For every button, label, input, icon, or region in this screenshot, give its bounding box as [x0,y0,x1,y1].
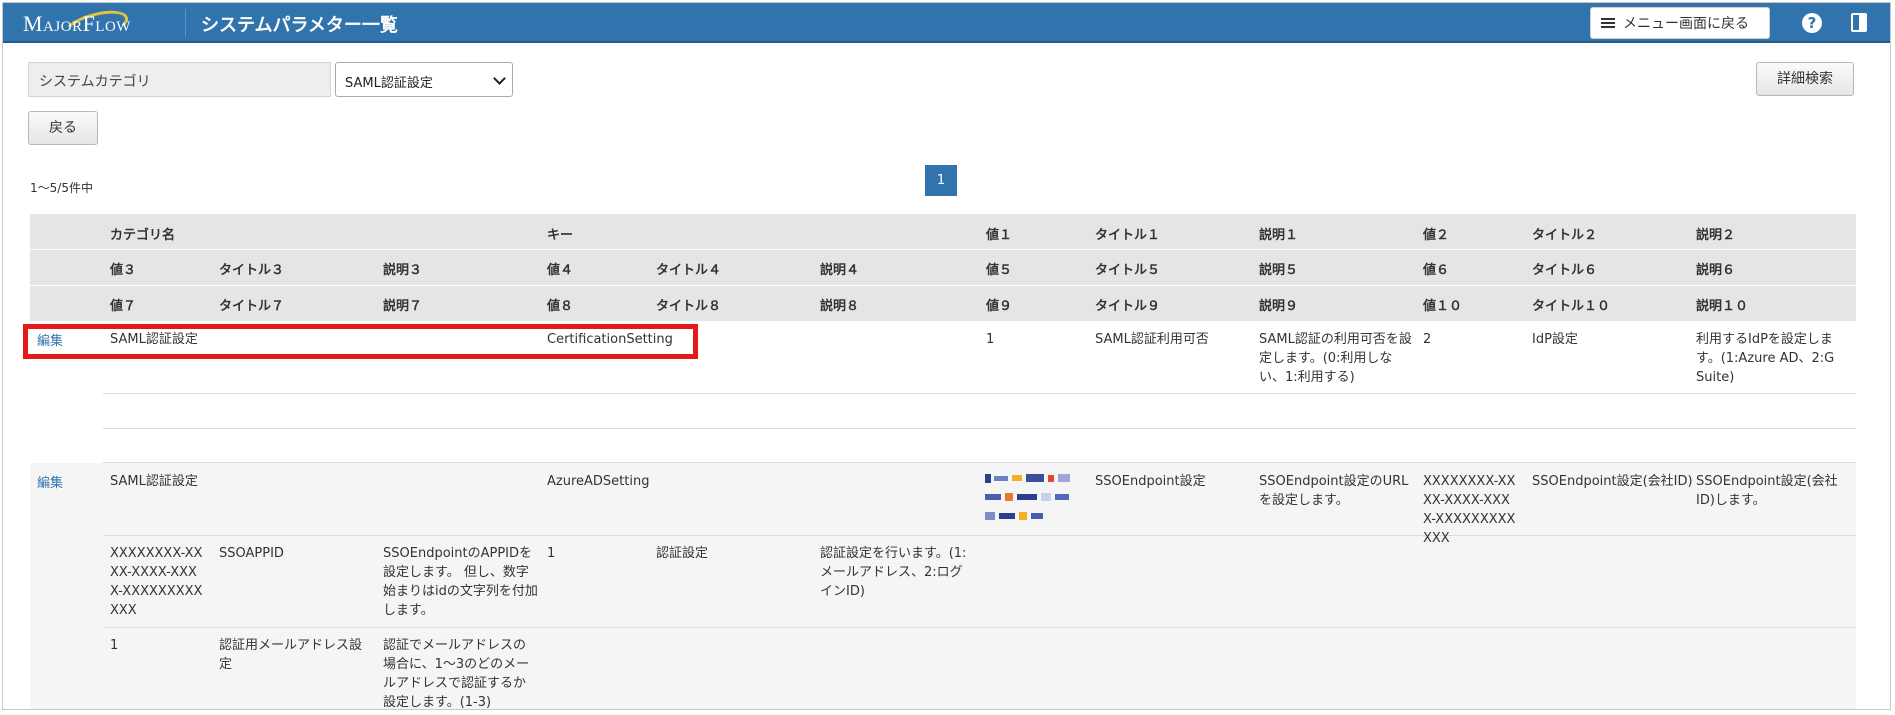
header-divider [185,9,186,37]
col-header: タイトル１０ [1532,299,1611,314]
record-1-desc1: SAML認証の利用可否を設定します。(0:利用しない、1:利用する) [1259,332,1412,385]
col-header: タイトル９ [1095,299,1161,314]
record-2-desc7: 認証でメールアドレスの場合に、1～3のどのメールアドレスで認証するか設定します。… [383,638,530,710]
col-header: 値２ [1423,228,1450,243]
hamburger-icon [1601,18,1615,28]
col-header: タイトル４ [656,263,722,278]
record-2-key: AzureADSetting [547,474,650,489]
col-header: 説明７ [383,299,423,314]
redacted-value [985,472,1075,526]
page-title: システムパラメター一覧 [201,15,398,36]
logo-text: MajorFlow [23,11,131,36]
col-header: タイトル１ [1095,228,1161,243]
help-icon[interactable]: ? [1802,13,1822,33]
record-1-value1: 1 [986,332,995,347]
app-header: MajorFlow システムパラメター一覧 メニュー画面に戻る ? [3,3,1890,48]
col-header: タイトル７ [219,299,285,314]
chevron-down-icon [493,72,506,85]
record-2-desc4: 認証設定を行います。(1:メールアドレス、2:ログインID) [820,546,967,599]
record-2-title3: SSOAPPID [219,546,284,561]
col-header: 説明３ [383,263,423,278]
record-2-desc2: SSOEndpoint設定(会社ID)します。 [1696,474,1838,508]
col-header: 説明４ [820,263,860,278]
col-header: 説明２ [1696,228,1736,243]
col-header: タイトル３ [219,263,285,278]
col-header: 値４ [547,263,574,278]
record-2-category: SAML認証設定 [110,474,198,489]
record-2-title4: 認証設定 [656,546,709,561]
record-2-title2: SSOEndpoint設定(会社ID) [1532,474,1693,489]
record-2-desc3: SSOEndpointのAPPIDを設定します。 但し、数字始まりはidの文字列… [383,546,538,618]
col-header: 説明６ [1696,263,1736,278]
record-2-value2: XXXXXXXX-XXXX-XXXX-XXXX-XXXXXXXXXXXX [1423,474,1516,546]
col-header: 値５ [986,263,1013,278]
col-header: 説明１０ [1696,299,1749,314]
edit-link[interactable]: 編集 [37,472,63,491]
detail-search-button[interactable]: 詳細検索 [1756,62,1854,96]
col-header: 値７ [110,299,137,314]
col-header: 説明１ [1259,228,1299,243]
col-header: 値９ [986,299,1013,314]
row-divider [103,428,1856,429]
row-divider [103,393,1856,394]
app-window: MajorFlow システムパラメター一覧 メニュー画面に戻る ? システムカテ… [2,2,1891,710]
col-header: 説明９ [1259,299,1299,314]
record-1-desc2: 利用するIdPを設定します。(1:Azure AD、2:G Suite) [1696,332,1835,385]
record-1-value2: 2 [1423,332,1432,347]
table-header-row-3: 値７ タイトル７ 説明７ 値８ タイトル８ 説明８ 値９ タイトル９ 説明９ 値… [30,286,1856,322]
system-category-value: SAML認証設定 [345,76,433,91]
record-2-desc1: SSOEndpoint設定のURLを設定します。 [1259,474,1409,508]
col-header: 値３ [110,263,137,278]
back-to-menu-button[interactable]: メニュー画面に戻る [1590,7,1770,39]
col-header: カテゴリ名 [110,228,176,243]
side-panel-icon[interactable] [1851,13,1867,32]
record-2-title7: 認証用メールアドレス設定 [219,638,363,672]
highlight-box [23,324,698,359]
record-2-value4: 1 [547,546,556,561]
record-1-title2: IdP設定 [1532,332,1578,347]
col-header: タイトル６ [1532,263,1598,278]
col-header: 値８ [547,299,574,314]
col-header: タイトル２ [1532,228,1598,243]
page-1-button[interactable]: 1 [925,165,957,196]
col-header: キー [547,228,574,243]
col-header: 値１０ [1423,299,1463,314]
record-2-value3: XXXXXXXX-XXXX-XXXX-XXXX-XXXXXXXXXXXX [110,546,203,618]
col-header: 説明５ [1259,263,1299,278]
col-header: 値６ [1423,263,1450,278]
result-count: 1～5/5件中 [30,181,93,195]
col-header: 説明８ [820,299,860,314]
col-header: タイトル８ [656,299,722,314]
record-1-title1: SAML認証利用可否 [1095,332,1209,347]
col-header: 値１ [986,228,1013,243]
majorflow-logo: MajorFlow [23,4,153,48]
back-button[interactable]: 戻る [28,111,98,145]
col-header: タイトル５ [1095,263,1161,278]
table-header-row-1: カテゴリ名 キー 値１ タイトル１ 説明１ 値２ タイトル２ 説明２ [30,214,1856,250]
record-2-value7: 1 [110,638,119,653]
record-2-title1: SSOEndpoint設定 [1095,474,1206,489]
back-to-menu-label: メニュー画面に戻る [1623,16,1749,32]
system-category-label: システムカテゴリ [28,62,331,97]
system-category-select[interactable]: SAML認証設定 [335,62,513,97]
table-header-row-2: 値３ タイトル３ 説明３ 値４ タイトル４ 説明４ 値５ タイトル５ 説明５ 値… [30,250,1856,286]
row-divider [103,535,1856,536]
row-divider [103,627,1856,628]
